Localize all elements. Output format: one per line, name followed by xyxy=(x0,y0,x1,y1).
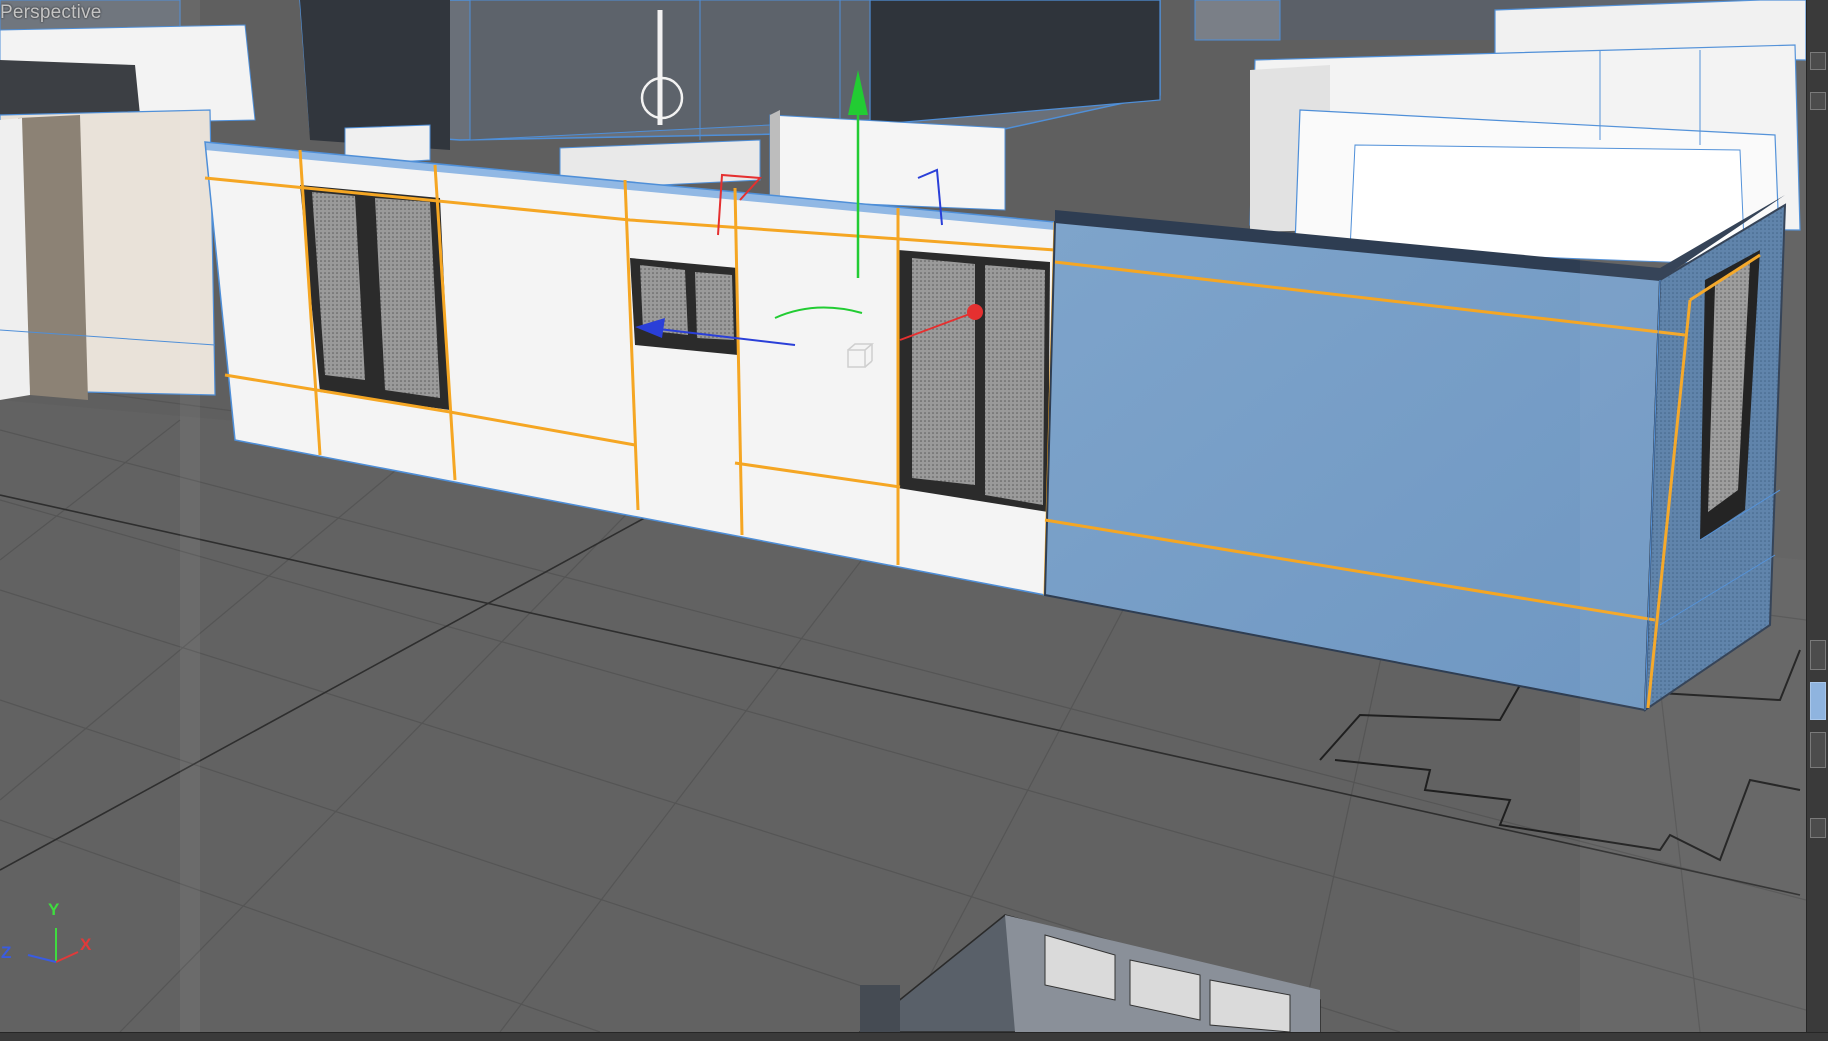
axis-y-label: Y xyxy=(48,900,60,919)
gizmo-x-handle xyxy=(967,304,983,320)
axis-x-label: X xyxy=(80,935,92,954)
tool-button-active[interactable] xyxy=(1810,682,1826,720)
side-toolbar xyxy=(1806,0,1828,1040)
viewport-scene[interactable] xyxy=(0,0,1806,1032)
tool-button[interactable] xyxy=(1810,732,1826,768)
tool-button[interactable] xyxy=(1810,640,1826,670)
tool-button[interactable] xyxy=(1810,818,1826,838)
window xyxy=(630,258,738,355)
tool-button[interactable] xyxy=(1810,92,1826,110)
tool-button[interactable] xyxy=(1810,52,1826,70)
window xyxy=(300,185,450,410)
window xyxy=(898,250,1050,512)
axis-z-label: Z xyxy=(1,943,12,962)
viewport-label[interactable]: Perspective xyxy=(0,2,101,24)
3d-viewport[interactable]: Perspective Y X Z xyxy=(0,0,1828,1040)
